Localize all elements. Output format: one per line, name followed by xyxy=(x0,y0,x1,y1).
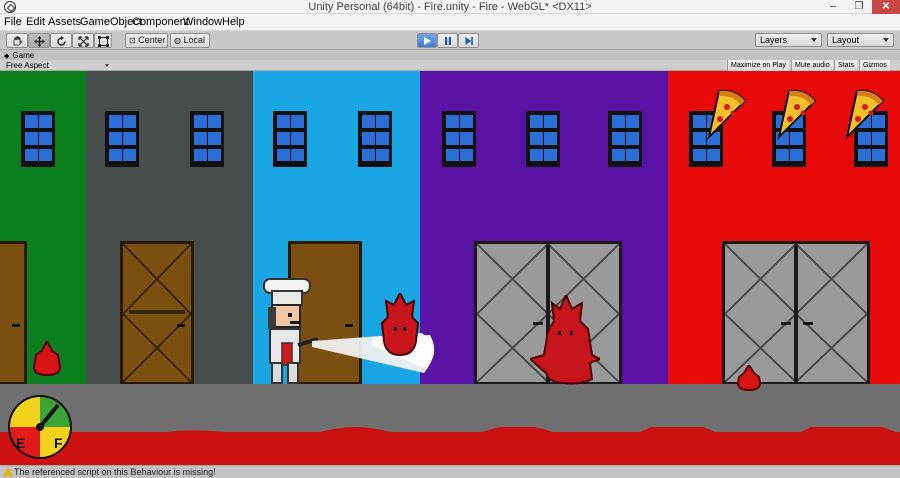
chef-player xyxy=(263,278,318,384)
game-view-toolbar: Free Aspect Maximize on Play Mute audio … xyxy=(0,60,900,71)
extinguisher-gauge: E F xyxy=(6,393,74,461)
building-gray xyxy=(86,71,253,385)
building-window xyxy=(273,111,307,167)
building-garage-door xyxy=(722,241,870,385)
pivot-local-label: Local xyxy=(183,35,206,45)
gauge-empty-label: E xyxy=(16,435,26,451)
pause-button[interactable] xyxy=(437,33,458,48)
stats-toggle[interactable]: Stats xyxy=(834,60,857,71)
rect-transform-icon xyxy=(97,36,109,47)
toolbar: ⊡ Center ◍ Local Layers Layout xyxy=(0,30,900,50)
building-window xyxy=(608,111,642,167)
building-window xyxy=(190,111,224,167)
rect-tool-button[interactable] xyxy=(94,33,112,48)
building-window xyxy=(442,111,476,167)
aspect-dropdown[interactable]: Free Aspect xyxy=(6,61,109,70)
menu-file[interactable]: File xyxy=(4,16,22,28)
pizza-slice-icon xyxy=(707,89,747,141)
pizza-slice-icon xyxy=(845,89,885,141)
game-viewport[interactable]: E F xyxy=(0,71,900,465)
play-button[interactable] xyxy=(417,33,437,48)
building-window xyxy=(21,111,55,167)
pause-icon xyxy=(444,37,451,45)
minimize-button[interactable]: ‒ xyxy=(820,0,846,14)
building-door xyxy=(120,241,194,385)
building-window xyxy=(105,111,139,167)
tab-game-label: Game xyxy=(12,51,35,60)
gizmos-dropdown[interactable]: Gizmos xyxy=(859,60,890,71)
maximize-button[interactable]: ❐ xyxy=(846,0,872,14)
mute-audio-toggle[interactable]: Mute audio xyxy=(791,60,833,71)
pivot-center-label: Center xyxy=(138,35,166,45)
title-bar: Unity Personal (64bit) - Fire.unity - Fi… xyxy=(0,0,900,14)
rotate-icon xyxy=(56,36,66,46)
fire-enemy-small xyxy=(736,365,762,391)
menu-help[interactable]: Help xyxy=(222,16,245,28)
move-tool-button[interactable] xyxy=(28,33,50,48)
pivot-center-button[interactable]: ⊡ Center xyxy=(125,33,168,48)
scale-tool-button[interactable] xyxy=(72,33,94,48)
status-bar[interactable]: The referenced script on this Behaviour … xyxy=(0,465,900,478)
pivot-local-button[interactable]: ◍ Local xyxy=(170,33,210,48)
tab-game[interactable]: ◆ Game xyxy=(4,51,34,60)
hand-icon xyxy=(13,36,22,46)
step-icon xyxy=(465,37,473,45)
window-title: Unity Personal (64bit) - Fire.unity - Fi… xyxy=(308,1,592,13)
hand-tool-button[interactable] xyxy=(6,33,28,48)
fire-enemy-small xyxy=(32,341,62,377)
pizza-slice-icon xyxy=(777,89,817,141)
menu-edit[interactable]: Edit xyxy=(26,16,45,28)
globe-icon: ◍ xyxy=(174,36,181,45)
game-controller-icon: ◆ xyxy=(4,52,10,60)
menu-window[interactable]: Window xyxy=(183,16,222,28)
water-spray xyxy=(312,333,435,373)
building-window xyxy=(526,111,560,167)
status-message: The referenced script on this Behaviour … xyxy=(14,467,216,477)
aspect-label: Free Aspect xyxy=(6,61,49,70)
layers-dropdown[interactable]: Layers xyxy=(755,33,822,47)
layout-label: Layout xyxy=(832,35,860,45)
play-icon xyxy=(424,37,431,45)
chevron-down-icon xyxy=(105,64,109,67)
lava-edge xyxy=(0,427,900,441)
chevron-down-icon xyxy=(811,38,817,42)
game-tab-bar: ◆ Game xyxy=(0,50,900,60)
pivot-icon: ⊡ xyxy=(129,36,136,45)
layers-label: Layers xyxy=(760,35,788,45)
close-button[interactable]: ✕ xyxy=(872,0,900,14)
move-arrows-icon xyxy=(33,36,45,47)
maximize-on-play-toggle[interactable]: Maximize on Play xyxy=(727,60,789,71)
chevron-down-icon xyxy=(883,38,889,42)
building-green xyxy=(0,71,86,385)
step-button[interactable] xyxy=(458,33,479,48)
menu-bar: File Edit Assets GameObject Component Wi… xyxy=(0,14,900,30)
fire-enemy xyxy=(380,293,420,357)
fire-enemy-large xyxy=(530,295,600,385)
sidewalk xyxy=(0,384,900,432)
building-door xyxy=(0,241,27,385)
gauge-full-label: F xyxy=(54,435,63,451)
rotate-tool-button[interactable] xyxy=(50,33,72,48)
menu-assets[interactable]: Assets xyxy=(48,16,81,28)
scale-icon xyxy=(77,36,89,47)
layout-dropdown[interactable]: Layout xyxy=(827,33,894,47)
warning-icon xyxy=(3,467,13,476)
building-window xyxy=(358,111,392,167)
menu-component[interactable]: Component xyxy=(132,16,189,28)
